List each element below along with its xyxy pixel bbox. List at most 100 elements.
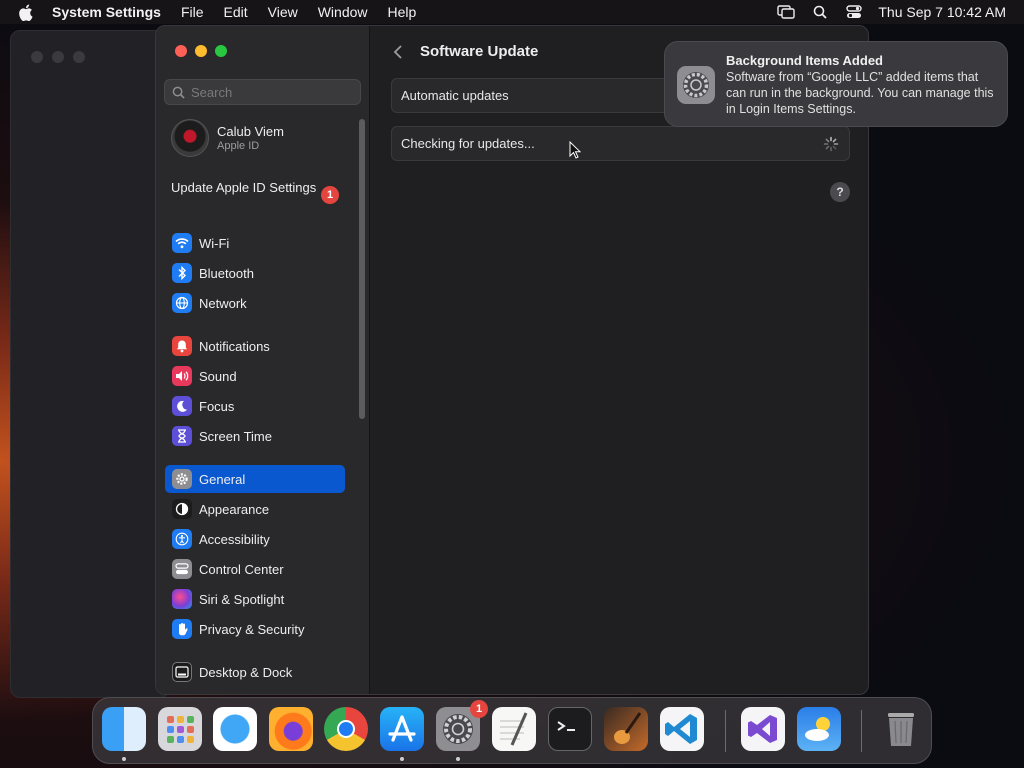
loading-spinner-icon [823, 136, 839, 152]
globe-icon [172, 293, 192, 313]
accessibility-icon [172, 529, 192, 549]
window-menu[interactable]: Window [318, 4, 368, 20]
control-center-icon [172, 559, 192, 579]
screen-mirroring-icon[interactable] [776, 4, 796, 20]
page-title: Software Update [420, 43, 539, 60]
sidebar-item-label: Desktop & Dock [199, 664, 293, 680]
mouse-cursor-icon [569, 141, 581, 159]
edit-menu[interactable]: Edit [224, 4, 248, 20]
sidebar-item-focus[interactable]: Focus [165, 392, 345, 420]
vscode-app-icon[interactable] [660, 707, 704, 751]
visual-studio-app-icon[interactable] [741, 707, 785, 751]
sidebar-item-appearance[interactable]: Appearance [165, 495, 345, 523]
finder-app-icon[interactable] [102, 707, 146, 751]
control-center-icon[interactable] [844, 4, 864, 20]
sidebar-item-bluetooth[interactable]: Bluetooth [165, 259, 345, 287]
launchpad-app-icon[interactable] [158, 707, 202, 751]
apple-menu-icon[interactable] [18, 3, 36, 21]
window-control[interactable] [31, 51, 43, 63]
file-menu[interactable]: File [181, 4, 204, 20]
dock-separator [861, 710, 862, 752]
apple-id-account[interactable]: Calub Viem Apple ID [171, 119, 284, 157]
update-apple-id-settings[interactable]: Update Apple ID Settings [171, 180, 341, 196]
spotlight-search-icon[interactable] [810, 4, 830, 20]
background-window[interactable] [10, 30, 170, 698]
app-store-app-icon[interactable] [380, 707, 424, 751]
app-name-menu[interactable]: System Settings [52, 4, 161, 20]
sidebar-item-label: Control Center [199, 561, 284, 577]
weather-app-icon[interactable] [797, 707, 841, 751]
sidebar-item-label: Focus [199, 398, 235, 414]
chevron-left-icon [393, 45, 402, 59]
system-settings-gear-icon [677, 66, 715, 104]
search-input[interactable] [191, 84, 351, 100]
sidebar-item-sound[interactable]: Sound [165, 362, 345, 390]
sidebar-item-label: Siri & Spotlight [199, 591, 285, 607]
sidebar-item-screen-time[interactable]: Screen Time [165, 422, 345, 450]
search-field[interactable] [164, 79, 361, 105]
notification-title: Background Items Added [726, 53, 883, 68]
terminal-app-icon[interactable] [548, 707, 592, 751]
running-indicator [400, 757, 404, 761]
avatar [171, 119, 209, 157]
sidebar-item-label: General [199, 471, 246, 487]
dock: 1 [92, 697, 932, 764]
close-window-button[interactable] [175, 45, 187, 57]
firefox-app-icon[interactable] [269, 707, 313, 751]
dock-separator [725, 710, 726, 752]
view-menu[interactable]: View [268, 4, 298, 20]
sidebar-item-label: Bluetooth [199, 265, 254, 281]
bluetooth-icon [172, 263, 192, 283]
sidebar-item-network[interactable]: Network [165, 289, 345, 317]
account-name: Calub Viem [217, 124, 284, 139]
hand-icon [172, 619, 192, 639]
gear-icon [172, 469, 192, 489]
sidebar-item-label: Appearance [199, 501, 270, 517]
appearance-icon [172, 499, 192, 519]
sidebar-scrollbar[interactable] [359, 119, 365, 419]
sidebar-item-label: Accessibility [199, 531, 270, 547]
sidebar-item-label: Screen Time [199, 428, 272, 444]
checking-updates-label: Checking for updates... [401, 136, 535, 151]
sidebar-item-desktop-dock[interactable]: Desktop & Dock [165, 658, 345, 686]
checking-updates-row: Checking for updates... [391, 126, 850, 161]
menu-bar: System Settings File Edit View Window He… [0, 0, 1024, 24]
sidebar-item-accessibility[interactable]: Accessibility [165, 525, 345, 553]
sidebar-item-label: Wi-Fi [199, 235, 230, 251]
trash-icon[interactable] [879, 707, 923, 751]
sidebar-item-label: Sound [199, 368, 237, 384]
search-icon [172, 86, 185, 99]
update-badge: 1 [321, 186, 339, 204]
sidebar-item-notifications[interactable]: Notifications [165, 332, 345, 360]
back-button[interactable] [391, 43, 405, 61]
bell-icon [172, 336, 192, 356]
sidebar-item-control-center[interactable]: Control Center [165, 555, 345, 583]
minimize-window-button[interactable] [195, 45, 207, 57]
textedit-app-icon[interactable] [492, 707, 536, 751]
safari-app-icon[interactable] [213, 707, 257, 751]
help-button[interactable]: ? [830, 182, 850, 202]
zoom-window-button[interactable] [215, 45, 227, 57]
running-indicator [456, 757, 460, 761]
sidebar-item-privacy-security[interactable]: Privacy & Security [165, 615, 345, 643]
notification-body: Software from “Google LLC” added items t… [726, 70, 994, 116]
sidebar: Calub Viem Apple ID Update Apple ID Sett… [156, 26, 370, 694]
menu-bar-clock[interactable]: Thu Sep 7 10:42 AM [878, 4, 1006, 20]
automatic-updates-label: Automatic updates [401, 88, 509, 103]
siri-icon [172, 589, 192, 609]
chrome-app-icon[interactable] [324, 707, 368, 751]
window-control[interactable] [73, 51, 85, 63]
hourglass-icon [172, 426, 192, 446]
sidebar-item-general[interactable]: General [165, 465, 345, 493]
sidebar-item-label: Notifications [199, 338, 270, 354]
account-subtitle: Apple ID [217, 140, 260, 152]
dock-icon [172, 662, 192, 682]
window-control[interactable] [52, 51, 64, 63]
background-items-notification[interactable]: Background Items Added Software from “Go… [664, 41, 1008, 127]
sidebar-item-siri-spotlight[interactable]: Siri & Spotlight [165, 585, 345, 613]
sidebar-item-wifi[interactable]: Wi-Fi [165, 229, 345, 257]
moon-icon [172, 396, 192, 416]
wifi-icon [172, 233, 192, 253]
garageband-app-icon[interactable] [604, 707, 648, 751]
help-menu[interactable]: Help [388, 4, 417, 20]
